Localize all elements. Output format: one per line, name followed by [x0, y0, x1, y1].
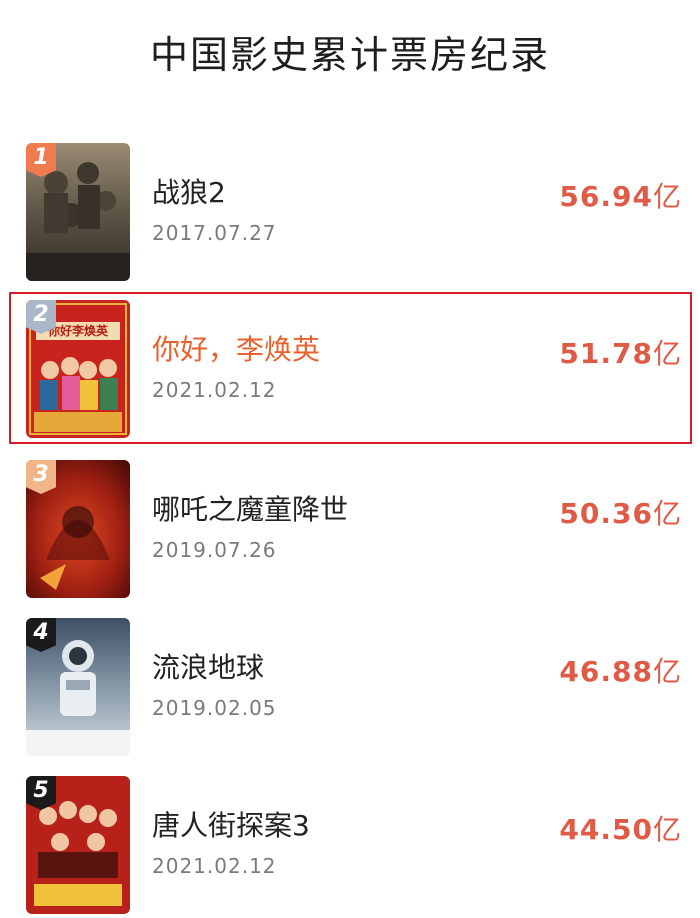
- page-title: 中国影史累计票房纪录: [149, 33, 550, 77]
- gross-unit: 亿: [652, 497, 682, 530]
- film-list-item-highlighted[interactable]: 你好李焕英 2 你好，李焕英 2021.02.12 51.78亿: [0, 300, 700, 438]
- rank-badge: 2: [26, 300, 56, 334]
- gross-value: 51.78: [559, 337, 653, 370]
- film-list-item[interactable]: 5 唐人街探案3 2021.02.12 44.50亿: [0, 776, 700, 914]
- gross-unit: 亿: [652, 655, 682, 688]
- rank-badge: 4: [26, 618, 56, 652]
- gross-value: 50.36: [559, 497, 653, 530]
- gross-value: 44.50: [559, 813, 653, 846]
- film-name[interactable]: 战狼2: [152, 171, 226, 211]
- release-date: 2021.02.12: [152, 854, 277, 878]
- film-list-item[interactable]: 1 战狼2 2017.07.27 56.94亿: [0, 143, 700, 281]
- movie-poster[interactable]: 你好李焕英 2: [26, 300, 130, 438]
- film-list-item[interactable]: 4 流浪地球 2019.02.05 46.88亿: [0, 618, 700, 756]
- release-date: 2019.07.26: [152, 538, 277, 562]
- box-office-gross: 46.88亿: [559, 650, 682, 690]
- gross-unit: 亿: [652, 337, 682, 370]
- gross-value: 56.94: [559, 180, 653, 213]
- release-date: 2021.02.12: [152, 378, 277, 402]
- film-name[interactable]: 流浪地球: [152, 646, 264, 686]
- rank-badge: 5: [26, 776, 56, 810]
- release-date: 2017.07.27: [152, 221, 277, 245]
- film-name[interactable]: 哪吒之魔童降世: [152, 488, 348, 528]
- release-date: 2019.02.05: [152, 696, 277, 720]
- box-office-gross: 56.94亿: [559, 175, 682, 215]
- rank-badge: 3: [26, 460, 56, 494]
- film-name[interactable]: 你好，李焕英: [152, 328, 320, 368]
- gross-unit: 亿: [652, 813, 682, 846]
- film-name[interactable]: 唐人街探案3: [152, 804, 310, 844]
- movie-poster[interactable]: 5: [26, 776, 130, 914]
- movie-poster[interactable]: 1: [26, 143, 130, 281]
- movie-poster[interactable]: 4: [26, 618, 130, 756]
- gross-value: 46.88: [559, 655, 653, 688]
- box-office-gross: 50.36亿: [559, 492, 682, 532]
- film-list-item[interactable]: 3 哪吒之魔童降世 2019.07.26 50.36亿: [0, 460, 700, 598]
- movie-poster[interactable]: 3: [26, 460, 130, 598]
- gross-unit: 亿: [652, 180, 682, 213]
- box-office-gross: 51.78亿: [559, 332, 682, 372]
- box-office-gross: 44.50亿: [559, 808, 682, 848]
- rank-badge: 1: [26, 143, 56, 177]
